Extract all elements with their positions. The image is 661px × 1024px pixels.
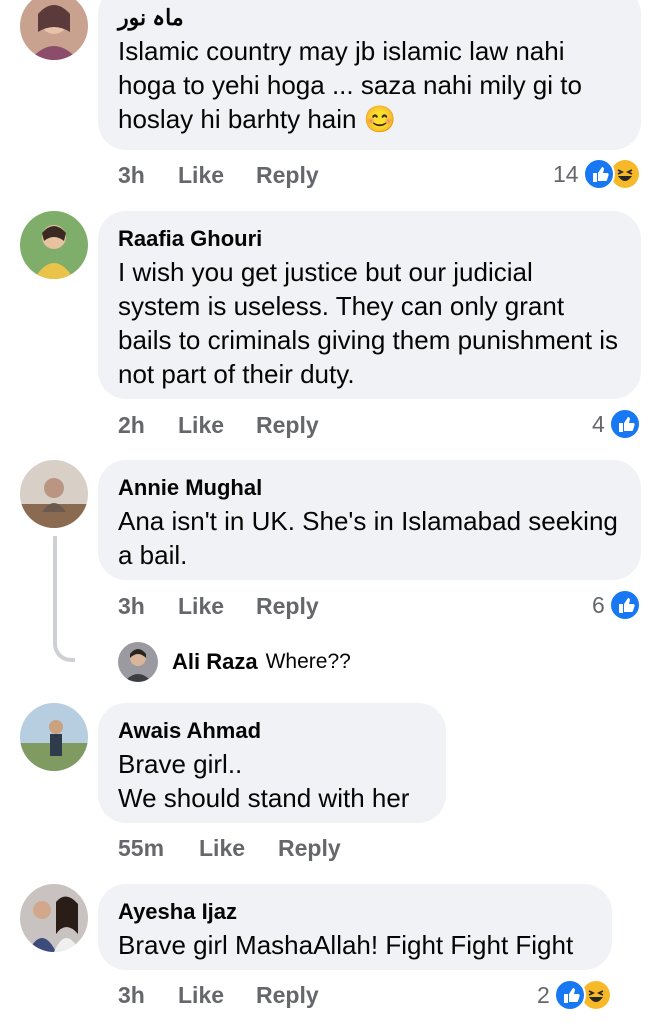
- reply-button[interactable]: Reply: [256, 593, 319, 620]
- reaction-count: 2: [537, 981, 550, 1008]
- reply-text: Where??: [265, 650, 351, 673]
- like-icon: [608, 408, 641, 440]
- like-icon: [553, 979, 586, 1011]
- reply-button[interactable]: Reply: [256, 162, 319, 189]
- like-button[interactable]: Like: [178, 982, 224, 1009]
- like-button[interactable]: Like: [178, 162, 224, 189]
- reply-author[interactable]: Ali Raza: [172, 649, 258, 675]
- avatar[interactable]: [118, 642, 158, 682]
- comment-author[interactable]: ماہ نور: [118, 4, 621, 32]
- comment-bubble: Raafia Ghouri I wish you get justice but…: [98, 211, 641, 399]
- comment-time[interactable]: 55m: [118, 835, 164, 862]
- comment-time[interactable]: 2h: [118, 412, 145, 439]
- avatar[interactable]: [20, 703, 88, 771]
- comment-time[interactable]: 3h: [118, 162, 145, 189]
- comment-time[interactable]: 3h: [118, 593, 145, 620]
- reaction-summary[interactable]: 4: [592, 408, 641, 440]
- avatar[interactable]: [20, 460, 88, 528]
- reaction-count: 6: [592, 591, 605, 618]
- reaction-summary[interactable]: 2: [537, 979, 612, 1011]
- reply-button[interactable]: Reply: [256, 412, 319, 439]
- like-button[interactable]: Like: [199, 835, 245, 862]
- like-icon: [608, 589, 641, 621]
- comment-text: I wish you get justice but our judicial …: [118, 257, 618, 389]
- comment-bubble: Ayesha Ijaz Brave girl MashaAllah! Fight…: [98, 884, 612, 970]
- comment-text: Brave girl.. We should stand with her: [118, 749, 410, 813]
- like-button[interactable]: Like: [178, 593, 224, 620]
- avatar[interactable]: [20, 211, 88, 279]
- comment-author[interactable]: Raafia Ghouri: [118, 225, 621, 253]
- reaction-count: 14: [553, 160, 579, 187]
- comment-text: Brave girl MashaAllah! Fight Fight Fight: [118, 930, 574, 960]
- reply-button[interactable]: Reply: [278, 835, 341, 862]
- comment-author[interactable]: Annie Mughal: [118, 474, 621, 502]
- avatar[interactable]: [20, 884, 88, 952]
- comment-text: Islamic country may jb islamic law nahi …: [118, 36, 582, 134]
- thread-connector: [53, 536, 75, 662]
- comment-author[interactable]: Awais Ahmad: [118, 717, 426, 745]
- comment-text: Ana isn't in UK. She's in Islamabad seek…: [118, 506, 618, 570]
- reaction-count: 4: [592, 410, 605, 437]
- comment-time[interactable]: 3h: [118, 982, 145, 1009]
- comment-bubble: ماہ نور Islamic country may jb islamic l…: [98, 0, 641, 150]
- like-icon: [582, 158, 615, 190]
- reaction-summary[interactable]: 14: [553, 158, 641, 190]
- avatar[interactable]: [20, 0, 88, 60]
- reaction-summary[interactable]: 6: [592, 589, 641, 621]
- reply-preview[interactable]: Ali Raza Where??: [118, 640, 351, 684]
- comment-bubble: Annie Mughal Ana isn't in UK. She's in I…: [98, 460, 641, 580]
- reply-button[interactable]: Reply: [256, 982, 319, 1009]
- comment-bubble: Awais Ahmad Brave girl.. We should stand…: [98, 703, 446, 823]
- like-button[interactable]: Like: [178, 412, 224, 439]
- comment-author[interactable]: Ayesha Ijaz: [118, 898, 592, 926]
